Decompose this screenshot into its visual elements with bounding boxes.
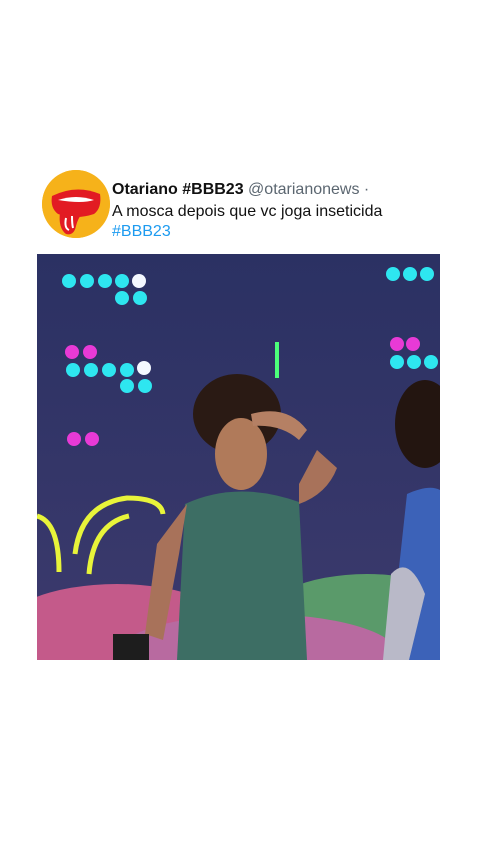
- tweet-media[interactable]: [37, 254, 440, 660]
- avatar[interactable]: [42, 170, 110, 238]
- tongue-logo-icon: [42, 170, 110, 238]
- tweet-header: Otariano #BBB23 @otarianonews ·: [112, 181, 369, 199]
- user-handle[interactable]: @otarianonews: [248, 181, 359, 198]
- hashtag-link[interactable]: #BBB23: [112, 223, 171, 241]
- display-name[interactable]: Otariano #BBB23: [112, 181, 244, 198]
- video-frame: [37, 254, 440, 660]
- tweet-text: A mosca depois que vc joga inseticida: [112, 203, 383, 220]
- header-separator: ·: [363, 181, 370, 198]
